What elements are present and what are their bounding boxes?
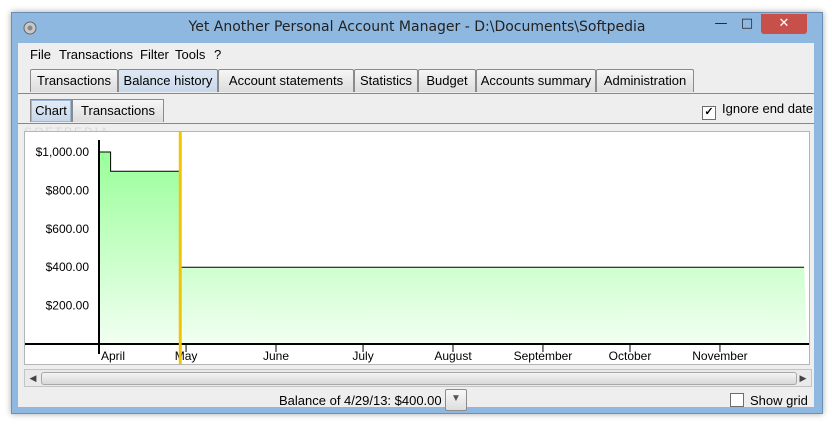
x-tick-label: May <box>175 349 198 363</box>
scroll-right-icon[interactable]: ▶ <box>796 371 810 385</box>
menu-filter[interactable]: Filter <box>140 47 169 62</box>
menu-transactions[interactable]: Transactions <box>59 47 133 62</box>
balance-chart-svg: $200.00 $400.00 $600.00 $800.00 $1,000.00 Apr… <box>25 132 809 364</box>
show-grid-label: Show grid <box>750 393 808 408</box>
y-tick-label: $400.00 <box>46 260 90 274</box>
x-tick-label: April <box>101 349 125 363</box>
x-tick-label: October <box>609 349 652 363</box>
chevron-down-icon[interactable]: ▼ <box>445 389 467 411</box>
tab-administration[interactable]: Administration <box>596 69 694 92</box>
horizontal-scrollbar[interactable]: ◀ ▶ <box>24 369 812 387</box>
tab-statistics[interactable]: Statistics <box>354 69 418 92</box>
tabs-separator <box>18 93 814 94</box>
y-tick-label: $1,000.00 <box>36 145 90 159</box>
ignore-end-date-checkbox[interactable]: ✓ <box>702 106 716 120</box>
app-window: Yet Another Personal Account Manager - D… <box>11 12 823 414</box>
subtabs-separator <box>18 123 814 124</box>
show-grid-checkbox[interactable] <box>730 393 744 407</box>
tab-budget[interactable]: Budget <box>418 69 476 92</box>
x-tick-label: June <box>263 349 289 363</box>
tab-accounts-summary[interactable]: Accounts summary <box>476 69 596 92</box>
x-tick-label: August <box>434 349 472 363</box>
tab-balance-history[interactable]: Balance history <box>118 69 218 92</box>
x-tick-label: July <box>352 349 373 363</box>
maximize-button[interactable]: □ <box>734 14 760 34</box>
x-tick-label: November <box>692 349 747 363</box>
minimize-button[interactable]: — <box>708 14 734 34</box>
status-bar: Balance of 4/29/13: $400.00 ▼ Show grid <box>18 389 814 411</box>
menu-bar: File Transactions Filter Tools ? <box>18 43 814 65</box>
tab-account-statements[interactable]: Account statements <box>218 69 354 92</box>
close-button[interactable]: ✕ <box>761 14 807 34</box>
ignore-end-date-option[interactable]: ✓ Ignore end date <box>702 101 813 120</box>
balance-line <box>99 151 805 268</box>
scrollbar-thumb[interactable] <box>41 372 797 385</box>
y-tick-label: $200.00 <box>46 299 90 313</box>
window-title: Yet Another Personal Account Manager - D… <box>188 19 646 35</box>
ignore-end-date-label: Ignore end date <box>722 101 814 116</box>
balance-area <box>99 152 807 344</box>
show-grid-option[interactable]: Show grid <box>730 393 808 408</box>
subtab-chart[interactable]: Chart <box>30 99 72 122</box>
subtab-transactions[interactable]: Transactions <box>72 99 164 122</box>
y-tick-label: $800.00 <box>46 183 90 197</box>
balance-chart[interactable]: $200.00 $400.00 $600.00 $800.00 $1,000.00 Apr… <box>24 131 810 365</box>
client-area: File Transactions Filter Tools ? Transac… <box>18 43 814 411</box>
scroll-left-icon[interactable]: ◀ <box>26 371 40 385</box>
x-tick-label: September <box>514 349 573 363</box>
balance-text: Balance of 4/29/13: $400.00 <box>279 393 442 408</box>
menu-file[interactable]: File <box>30 47 51 62</box>
tab-transactions[interactable]: Transactions <box>30 69 118 92</box>
y-tick-label: $600.00 <box>46 222 90 236</box>
menu-tools[interactable]: Tools <box>175 47 205 62</box>
title-bar[interactable]: Yet Another Personal Account Manager - D… <box>12 13 822 43</box>
menu-help[interactable]: ? <box>214 47 221 62</box>
